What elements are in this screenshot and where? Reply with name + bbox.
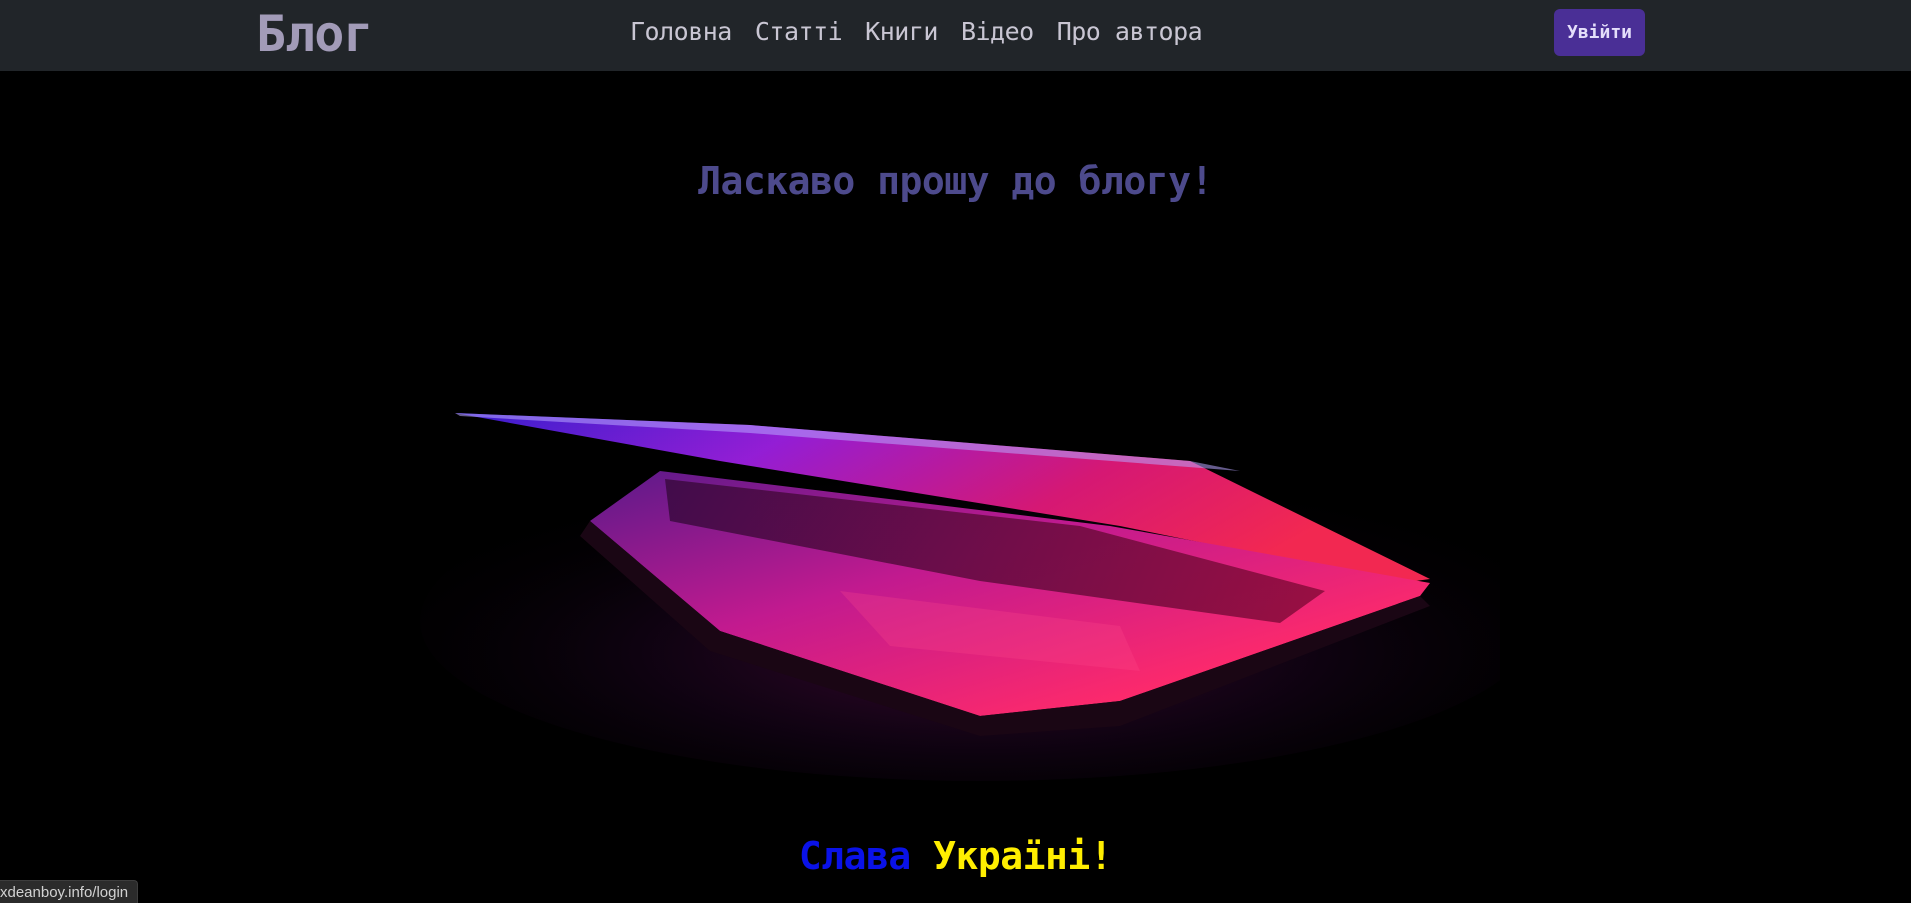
nav-link-video[interactable]: Відео [961, 15, 1034, 49]
status-bar-url: xdeanboy.info/login [0, 880, 139, 903]
nav-menu: Головна Статті Книги Відео Про автора [630, 15, 1225, 49]
slogan-part-glory: Слава [798, 834, 911, 878]
hero-title: Ласкаво прошу до блогу! [698, 159, 1213, 203]
nav-link-about[interactable]: Про автора [1057, 15, 1203, 49]
slogan: Слава Україні! [0, 834, 1911, 878]
nav-item-books: Книги [865, 15, 961, 49]
page: Блог Головна Статті Книги Відео Про авто… [0, 0, 1911, 903]
nav-item-home: Головна [630, 15, 755, 49]
brand-logo-link[interactable]: Блог [256, 4, 373, 64]
login-button[interactable]: Увійти [1554, 9, 1645, 56]
nav-item-articles: Статті [755, 15, 865, 49]
nav-item-about: Про автора [1057, 15, 1226, 49]
nav-link-articles[interactable]: Статті [755, 15, 843, 49]
navbar: Блог Головна Статті Книги Відео Про авто… [0, 0, 1911, 71]
hero-section: Ласкаво прошу до блогу! Слава Україні! [0, 71, 1911, 903]
laptop-image [420, 413, 1500, 781]
nav-link-books[interactable]: Книги [865, 15, 938, 49]
nav-item-video: Відео [961, 15, 1057, 49]
slogan-part-ukraine: Україні! [933, 834, 1113, 878]
nav-link-home[interactable]: Головна [630, 15, 732, 49]
